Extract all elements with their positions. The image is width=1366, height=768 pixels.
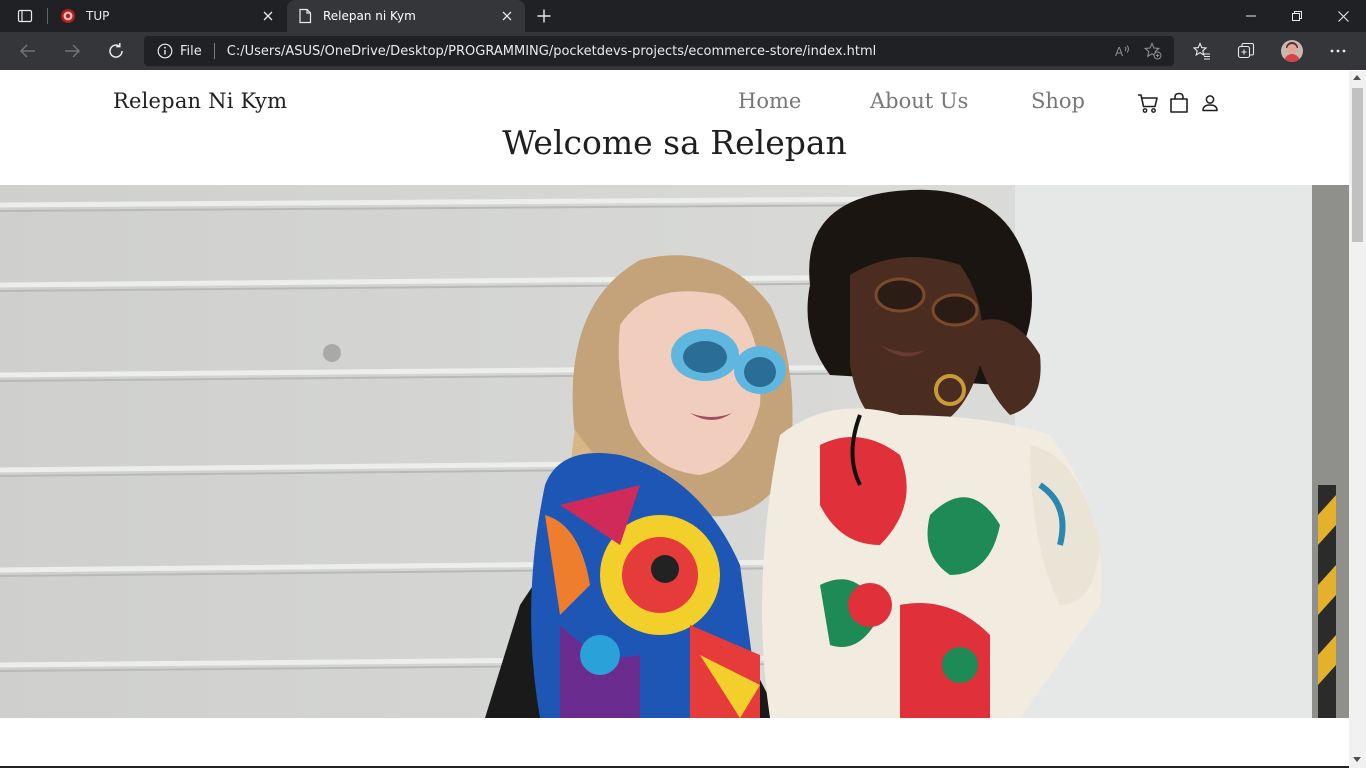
url-text[interactable]: C:/Users/ASUS/OneDrive/Desktop/PROGRAMMI… <box>227 44 1108 59</box>
info-icon[interactable] <box>150 36 180 66</box>
favorites-button[interactable] <box>1186 35 1218 67</box>
address-separator <box>213 43 215 59</box>
restore-button[interactable] <box>1274 0 1320 32</box>
tab-separator <box>47 8 48 24</box>
avatar <box>1281 40 1303 62</box>
new-tab-button[interactable] <box>532 5 556 27</box>
plus-icon <box>537 9 551 23</box>
nav-about-us[interactable]: About Us <box>870 89 968 113</box>
tab-title: TUP <box>86 9 110 23</box>
tab-actions-icon <box>17 9 33 23</box>
restore-icon <box>1292 11 1302 21</box>
svg-text:A: A <box>1115 45 1124 59</box>
nav-home[interactable]: Home <box>738 89 801 113</box>
close-window-button[interactable] <box>1320 0 1366 32</box>
page-favicon-icon <box>297 8 313 24</box>
cart-icon[interactable] <box>1136 91 1160 115</box>
read-aloud-icon[interactable]: A <box>1108 36 1138 66</box>
nav-shop[interactable]: Shop <box>1031 89 1085 113</box>
close-icon <box>1337 10 1349 22</box>
site-brand[interactable]: Relepan Ni Kym <box>113 89 287 113</box>
user-icon[interactable] <box>1198 91 1222 115</box>
tab-tup[interactable]: TUP <box>50 0 286 32</box>
add-favorite-icon[interactable] <box>1138 36 1168 66</box>
browser-tab-strip: TUP Relepan ni Kym <box>0 0 1366 32</box>
page-scrollbar[interactable] <box>1349 71 1366 768</box>
shopping-bag-icon[interactable] <box>1167 91 1191 115</box>
tab-relepan[interactable]: Relepan ni Kym <box>287 0 525 32</box>
arrow-left-icon <box>19 44 35 58</box>
welcome-heading: Welcome sa Relepan <box>502 123 847 162</box>
more-horizontal-icon <box>1330 49 1346 53</box>
scrollbar-thumb[interactable] <box>1352 88 1363 242</box>
minimize-button[interactable] <box>1228 0 1274 32</box>
tab-actions-button[interactable] <box>8 0 42 32</box>
browser-toolbar: File C:/Users/ASUS/OneDrive/Desktop/PROG… <box>0 32 1366 70</box>
collections-icon <box>1237 42 1255 59</box>
address-bar[interactable]: File C:/Users/ASUS/OneDrive/Desktop/PROG… <box>144 36 1174 66</box>
refresh-icon <box>109 43 123 58</box>
page-viewport: Relepan Ni Kym Home About Us Shop Welcom… <box>0 71 1349 768</box>
forward-button[interactable] <box>56 35 88 67</box>
settings-menu-button[interactable] <box>1322 35 1354 67</box>
minimize-icon <box>1246 15 1256 17</box>
scroll-down-arrow-icon[interactable] <box>1353 757 1361 762</box>
scheme-label: File <box>180 43 202 59</box>
close-tab-icon[interactable] <box>260 8 276 24</box>
favorites-icon <box>1193 42 1210 60</box>
tup-favicon-icon <box>60 8 76 24</box>
scroll-up-arrow-icon[interactable] <box>1353 75 1361 80</box>
back-button[interactable] <box>12 35 44 67</box>
profile-button[interactable] <box>1276 35 1308 67</box>
refresh-button[interactable] <box>100 35 132 67</box>
collections-button[interactable] <box>1230 35 1262 67</box>
hero-photo <box>0 185 1349 718</box>
hero-image <box>0 185 1349 718</box>
close-tab-icon[interactable] <box>499 8 515 24</box>
arrow-right-icon <box>65 44 81 58</box>
tab-title: Relepan ni Kym <box>323 9 416 23</box>
